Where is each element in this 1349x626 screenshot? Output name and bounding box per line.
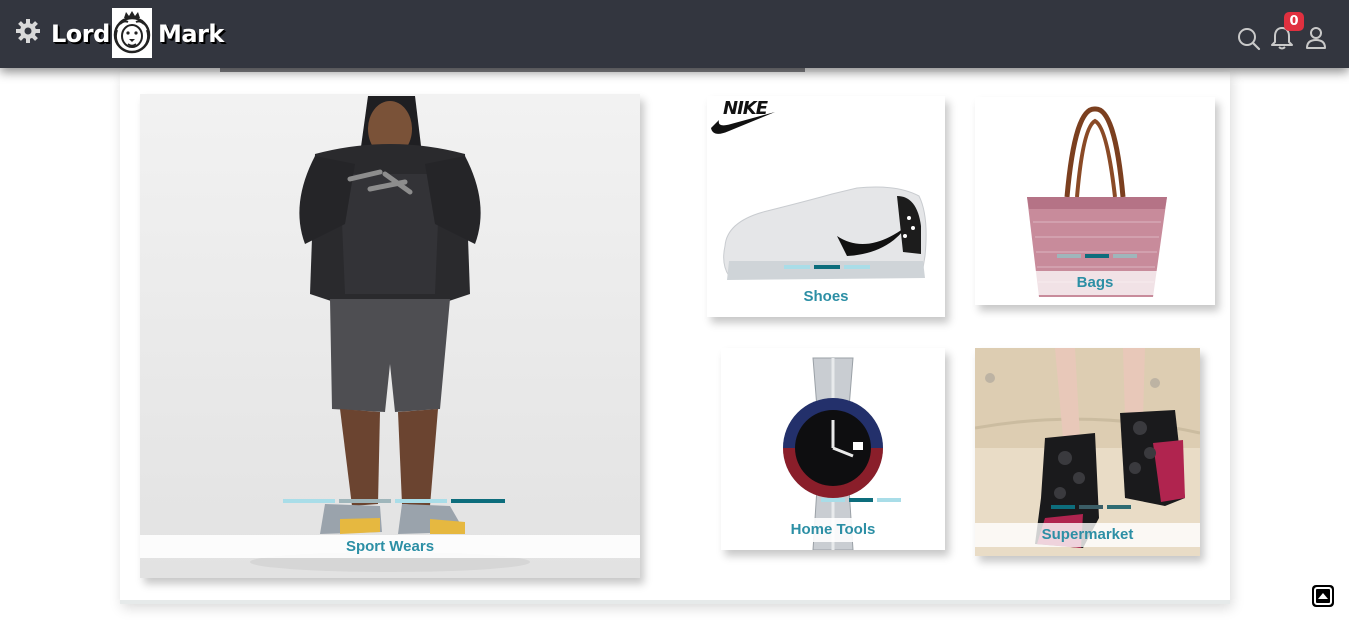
carousel-indicators[interactable] — [821, 498, 901, 502]
brand-name-right[interactable]: Mark — [158, 20, 224, 48]
carousel-indicator[interactable] — [877, 498, 901, 502]
carousel-indicator[interactable] — [844, 265, 870, 269]
carousel-indicator[interactable] — [784, 265, 810, 269]
top-navbar: Lord Mark 0 — [0, 0, 1349, 68]
category-card-bags[interactable]: Bags — [975, 97, 1215, 305]
carousel-indicators[interactable] — [283, 499, 505, 503]
carousel-indicator[interactable] — [1079, 505, 1103, 509]
category-card-shoes[interactable]: NIKE Shoes — [707, 96, 945, 317]
carousel-indicator-active[interactable] — [1051, 505, 1075, 509]
carousel-indicator[interactable] — [339, 499, 391, 503]
carousel-indicator-active[interactable] — [814, 265, 840, 269]
category-card-home-tools[interactable]: Home Tools — [721, 348, 945, 550]
carousel-indicator[interactable] — [283, 499, 335, 503]
scroll-top-icon[interactable] — [1312, 585, 1334, 607]
sport-wears-image — [140, 94, 640, 578]
carousel-indicator-active[interactable] — [451, 499, 505, 503]
category-label[interactable]: Supermarket — [975, 523, 1200, 547]
notification-count-badge: 0 — [1284, 12, 1304, 31]
carousel-indicator[interactable] — [821, 498, 845, 502]
carousel-indicators[interactable] — [1057, 254, 1137, 258]
carousel-indicator-active[interactable] — [849, 498, 873, 502]
brand-name-left[interactable]: Lord — [51, 20, 110, 48]
carousel-indicator[interactable] — [1057, 254, 1081, 258]
category-card-supermarket[interactable]: Supermarket — [975, 348, 1200, 556]
carousel-indicator[interactable] — [1107, 505, 1131, 509]
carousel-indicator[interactable] — [1113, 254, 1137, 258]
user-icon[interactable] — [1305, 26, 1327, 50]
category-label[interactable]: Shoes — [707, 286, 945, 308]
gear-icon[interactable] — [15, 18, 41, 44]
category-card-sport-wears[interactable]: Sport Wears — [140, 94, 640, 578]
nike-logo-text: NIKE — [723, 98, 768, 119]
category-label[interactable]: Bags — [975, 271, 1215, 295]
category-label[interactable]: Home Tools — [721, 518, 945, 542]
search-icon[interactable] — [1237, 27, 1261, 51]
lion-logo-icon[interactable] — [112, 8, 152, 58]
carousel-indicator[interactable] — [395, 499, 447, 503]
category-label[interactable]: Sport Wears — [140, 535, 640, 558]
carousel-indicators[interactable] — [784, 265, 870, 269]
carousel-indicator-active[interactable] — [1085, 254, 1109, 258]
nike-logo-icon: NIKE — [709, 98, 777, 142]
carousel-indicators[interactable] — [1051, 505, 1131, 509]
